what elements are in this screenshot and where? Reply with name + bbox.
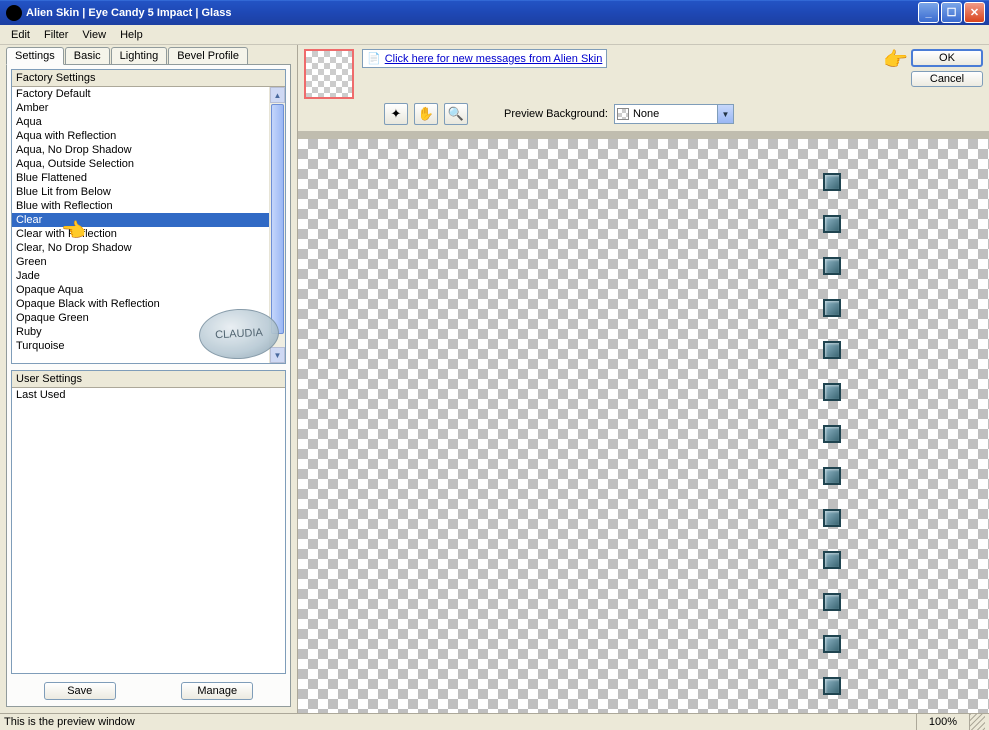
preview-bg-value: None — [633, 108, 659, 120]
list-item[interactable]: Blue Flattened — [12, 171, 285, 185]
user-list-body[interactable]: Last Used — [12, 388, 285, 673]
menu-edit[interactable]: Edit — [4, 27, 37, 43]
list-item[interactable]: Aqua, No Drop Shadow — [12, 143, 285, 157]
left-panel: Settings Basic Lighting Bevel Profile Fa… — [0, 45, 298, 713]
dialog-buttons: 👉 OK Cancel — [911, 49, 983, 87]
list-item[interactable]: Opaque Black with Reflection — [12, 297, 285, 311]
list-item[interactable]: Clear with Reflection — [12, 227, 285, 241]
window-title: Alien Skin | Eye Candy 5 Impact | Glass — [26, 7, 918, 19]
pointer-hand-icon: 👉 — [883, 47, 908, 72]
list-item[interactable]: Blue with Reflection — [12, 199, 285, 213]
cancel-button[interactable]: Cancel — [911, 71, 983, 87]
settings-panel: Factory Settings Factory DefaultAmberAqu… — [6, 64, 291, 707]
preview-shape — [823, 383, 841, 401]
preview-bg-label: Preview Background: — [504, 108, 608, 120]
list-item[interactable]: Opaque Green — [12, 311, 285, 325]
toolbar-divider — [298, 131, 989, 139]
resize-grip-icon[interactable] — [969, 714, 985, 730]
top-toolbar-row: 📄 Click here for new messages from Alien… — [298, 45, 989, 99]
list-item[interactable]: Clear — [12, 213, 285, 227]
preview-shape — [823, 635, 841, 653]
preset-buttons: Save Manage — [11, 680, 286, 702]
menu-help[interactable]: Help — [113, 27, 150, 43]
chevron-down-icon: ▼ — [717, 105, 733, 123]
ok-button[interactable]: OK — [911, 49, 983, 67]
preview-toolbar: ✦ ✋ 🔍 Preview Background: None ▼ — [378, 99, 989, 129]
list-item[interactable]: Blue Lit from Below — [12, 185, 285, 199]
message-box: 📄 Click here for new messages from Alien… — [362, 49, 607, 68]
layer-thumbnail[interactable] — [304, 49, 354, 99]
list-item[interactable]: Amber — [12, 101, 285, 115]
menu-bar: Edit Filter View Help — [0, 25, 989, 45]
preview-shape — [823, 341, 841, 359]
user-settings-header: User Settings — [12, 371, 285, 388]
list-item[interactable]: Aqua with Reflection — [12, 129, 285, 143]
list-item[interactable]: Turquoise — [12, 339, 285, 353]
window-controls: _ ☐ ✕ — [918, 2, 985, 23]
title-bar: Alien Skin | Eye Candy 5 Impact | Glass … — [0, 0, 989, 25]
factory-list-body[interactable]: Factory DefaultAmberAquaAqua with Reflec… — [12, 87, 285, 363]
settings-tabs: Settings Basic Lighting Bevel Profile — [6, 47, 291, 65]
messages-link[interactable]: Click here for new messages from Alien S… — [385, 53, 603, 65]
app-icon — [6, 5, 22, 21]
minimize-button[interactable]: _ — [918, 2, 939, 23]
status-bar: This is the preview window 100% — [0, 713, 989, 730]
menu-filter[interactable]: Filter — [37, 27, 75, 43]
factory-scrollbar[interactable]: ▲ ▼ — [269, 87, 285, 363]
list-item[interactable]: Jade — [12, 269, 285, 283]
preview-shape — [823, 677, 841, 695]
scroll-thumb[interactable] — [271, 104, 284, 334]
list-item[interactable]: Opaque Aqua — [12, 283, 285, 297]
tab-lighting[interactable]: Lighting — [111, 47, 168, 65]
list-item[interactable]: Aqua, Outside Selection — [12, 157, 285, 171]
list-item[interactable]: Aqua — [12, 115, 285, 129]
save-button[interactable]: Save — [44, 682, 116, 700]
user-settings-list: User Settings Last Used CLAUDIA — [11, 370, 286, 674]
maximize-button[interactable]: ☐ — [941, 2, 962, 23]
zoom-tool-button[interactable]: 🔍 — [444, 103, 468, 125]
right-side: 📄 Click here for new messages from Alien… — [298, 45, 989, 713]
zoom-level: 100% — [916, 714, 969, 730]
factory-settings-header: Factory Settings — [12, 70, 285, 87]
preview-canvas[interactable] — [298, 139, 989, 713]
tab-bevel-profile[interactable]: Bevel Profile — [168, 47, 248, 65]
transparency-swatch-icon — [617, 108, 629, 120]
preview-shape — [823, 509, 841, 527]
list-item[interactable]: Last Used — [12, 388, 285, 402]
mail-icon: 📄 — [367, 52, 381, 65]
tab-basic[interactable]: Basic — [65, 47, 110, 65]
pointer-tool-button[interactable]: ✦ — [384, 103, 408, 125]
preview-shape — [823, 425, 841, 443]
preview-shape — [823, 215, 841, 233]
preview-shape — [823, 173, 841, 191]
list-item[interactable]: Clear, No Drop Shadow — [12, 241, 285, 255]
menu-view[interactable]: View — [75, 27, 113, 43]
list-item[interactable]: Factory Default — [12, 87, 285, 101]
factory-settings-list: Factory Settings Factory DefaultAmberAqu… — [11, 69, 286, 364]
preview-shape — [823, 593, 841, 611]
list-item[interactable]: Green — [12, 255, 285, 269]
preview-shapes — [823, 173, 841, 695]
scroll-up-icon[interactable]: ▲ — [270, 87, 285, 103]
preview-shape — [823, 551, 841, 569]
scroll-down-icon[interactable]: ▼ — [270, 347, 285, 363]
close-button[interactable]: ✕ — [964, 2, 985, 23]
tab-settings[interactable]: Settings — [6, 47, 64, 65]
preview-bg-select[interactable]: None ▼ — [614, 104, 734, 124]
preview-shape — [823, 257, 841, 275]
hand-tool-button[interactable]: ✋ — [414, 103, 438, 125]
list-item[interactable]: Ruby — [12, 325, 285, 339]
manage-button[interactable]: Manage — [181, 682, 253, 700]
status-text: This is the preview window — [4, 716, 135, 728]
preview-shape — [823, 299, 841, 317]
preview-shape — [823, 467, 841, 485]
